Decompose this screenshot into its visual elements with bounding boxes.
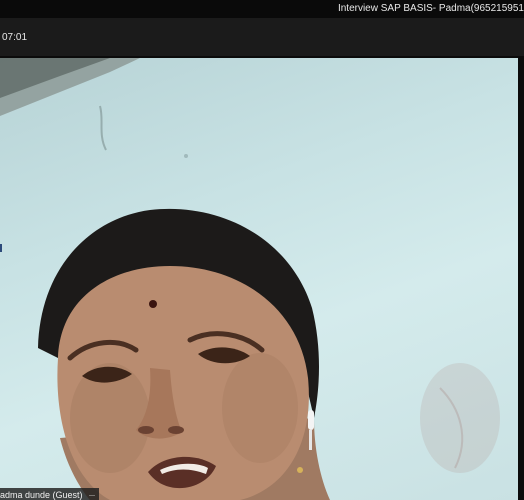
edge-indicator <box>0 244 2 252</box>
video-frame-image <box>0 58 500 500</box>
more-options-icon[interactable]: ··· <box>89 488 96 500</box>
window-titlebar: Interview SAP BASIS- Padma(965215951 <box>0 0 524 18</box>
call-timer: 07:01 <box>2 32 28 43</box>
participant-name-badge: adma dunde (Guest) ··· <box>0 488 99 500</box>
meeting-toolbar: 07:01 <box>0 18 524 56</box>
window-title: Interview SAP BASIS- Padma(965215951 <box>337 3 524 14</box>
participant-name: adma dunde (Guest) <box>0 490 83 500</box>
participant-video[interactable]: adma dunde (Guest) ··· <box>0 58 518 500</box>
video-stage: adma dunde (Guest) ··· <box>0 56 524 500</box>
